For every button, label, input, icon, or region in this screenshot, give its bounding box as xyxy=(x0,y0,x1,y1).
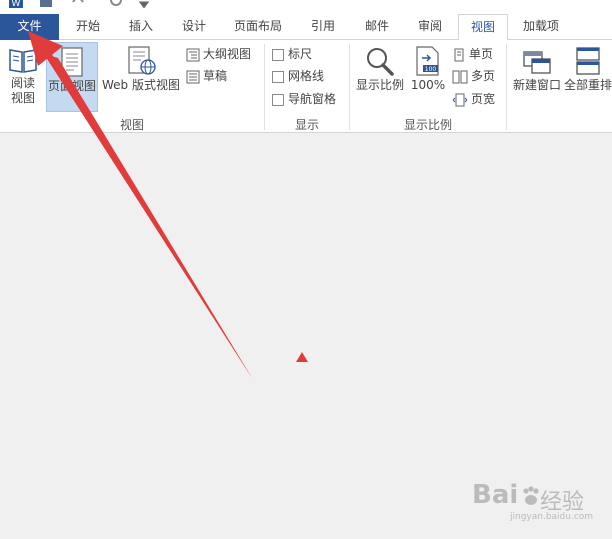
paw-icon xyxy=(523,486,539,505)
watermark-url: jingyan.baidu.com xyxy=(510,512,594,522)
watermark-logo: Bai xyxy=(472,480,519,510)
annotation-arrow xyxy=(28,31,252,378)
baidu-watermark: Bai 经验 jingyan.baidu.com xyxy=(472,480,594,530)
